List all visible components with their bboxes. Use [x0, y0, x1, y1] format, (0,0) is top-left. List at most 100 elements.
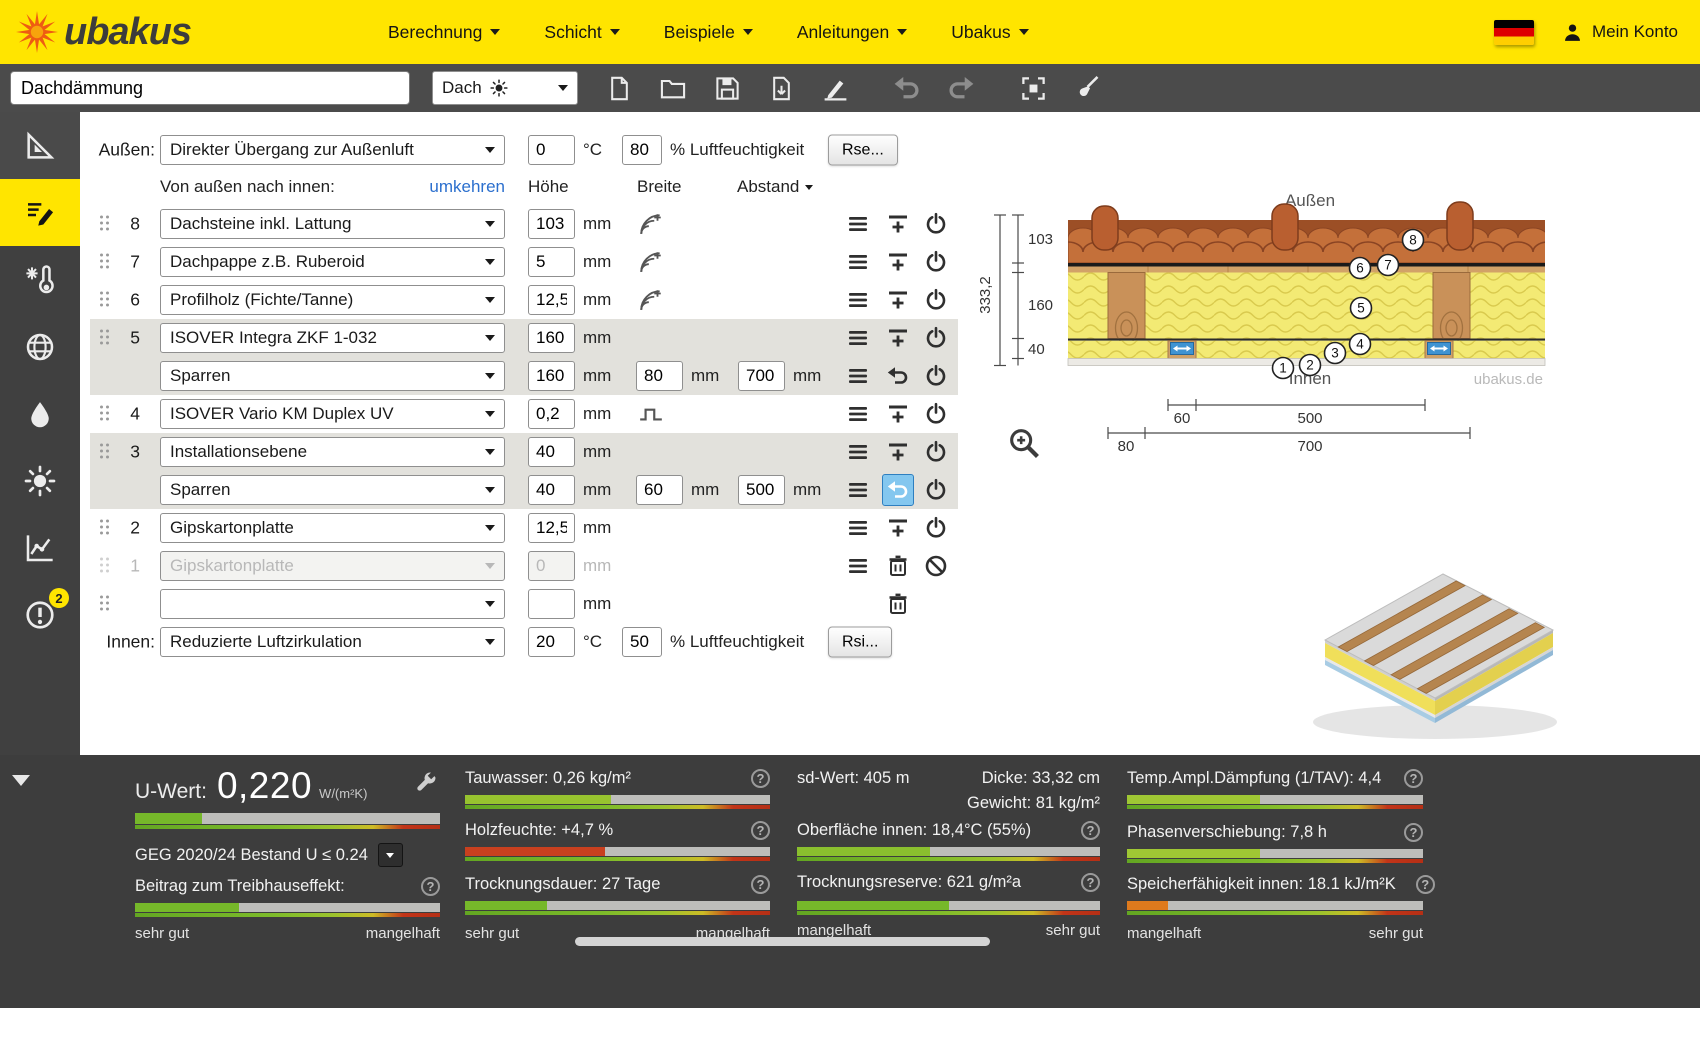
collapse-results-button[interactable]	[12, 775, 30, 786]
rsi-button[interactable]: Rsi...	[828, 627, 892, 658]
drag-handle[interactable]	[100, 216, 111, 233]
rse-button[interactable]: Rse...	[828, 135, 898, 166]
help-icon[interactable]	[1081, 873, 1100, 892]
subrow-height-input[interactable]	[528, 361, 575, 391]
layer-menu-button[interactable]	[842, 398, 874, 430]
layer-menu-button[interactable]	[842, 512, 874, 544]
wrench-icon[interactable]	[414, 771, 438, 795]
help-icon[interactable]	[1404, 769, 1423, 788]
layer-material-select[interactable]: Dachsteine inkl. Lattung	[160, 209, 505, 239]
save-button[interactable]	[704, 68, 750, 108]
sidebar-item-moisture[interactable]	[0, 380, 80, 447]
inside-humidity-input[interactable]	[622, 627, 662, 657]
drag-handle[interactable]	[100, 292, 111, 309]
new-document-button[interactable]	[596, 68, 642, 108]
layer-toggle-button[interactable]	[920, 398, 952, 430]
membrane-material-icon[interactable]	[638, 401, 664, 427]
nav-berechnung[interactable]: Berechnung	[388, 22, 500, 43]
layer-add-button[interactable]	[882, 436, 914, 468]
wood-material-icon[interactable]	[638, 211, 664, 237]
open-project-button[interactable]	[650, 68, 696, 108]
subrow-spacing-input[interactable]	[738, 475, 785, 505]
project-name-input[interactable]	[10, 71, 410, 105]
fullscreen-button[interactable]	[1010, 68, 1056, 108]
layer-height-input[interactable]	[528, 285, 575, 315]
component-type-select[interactable]: Dach	[432, 71, 578, 105]
german-flag-icon[interactable]	[1494, 20, 1534, 45]
layer-delete-button[interactable]	[882, 550, 914, 582]
layer-add-button[interactable]	[882, 398, 914, 430]
layer-material-select[interactable]: Profilholz (Fichte/Tanne)	[160, 285, 505, 315]
layer-add-button[interactable]	[882, 246, 914, 278]
column-spacing-label[interactable]: Abstand	[737, 177, 813, 197]
outside-humidity-input[interactable]	[622, 135, 662, 165]
help-icon[interactable]	[1081, 821, 1100, 840]
zoom-diagram-button[interactable]	[1005, 425, 1043, 463]
horizontal-scrollbar[interactable]	[575, 937, 990, 946]
drag-handle[interactable]	[100, 444, 111, 461]
subrow-width-input[interactable]	[636, 475, 683, 505]
sidebar-item-warnings[interactable]: 2	[0, 581, 80, 648]
sidebar-item-geometry[interactable]	[0, 112, 80, 179]
account-button[interactable]: Mein Konto	[1562, 22, 1678, 43]
help-icon[interactable]	[421, 877, 440, 896]
help-icon[interactable]	[1404, 823, 1423, 842]
layer-material-select[interactable]: ISOVER Integra ZKF 1-032	[160, 323, 505, 353]
new-layer-height-input[interactable]	[528, 589, 575, 619]
wood-material-icon[interactable]	[638, 249, 664, 275]
drag-handle[interactable]	[100, 558, 111, 575]
layer-material-select[interactable]: ISOVER Vario KM Duplex UV	[160, 399, 505, 429]
layer-height-input[interactable]	[528, 399, 575, 429]
layer-toggle-button[interactable]	[920, 512, 952, 544]
sidebar-item-ecology[interactable]	[0, 313, 80, 380]
clear-canvas-button[interactable]	[1064, 68, 1110, 108]
help-icon[interactable]	[751, 769, 770, 788]
drag-handle[interactable]	[100, 406, 111, 423]
layer-menu-button[interactable]	[842, 322, 874, 354]
sidebar-item-layer-editor[interactable]	[0, 179, 80, 246]
layer-menu-button[interactable]	[842, 284, 874, 316]
layer-toggle-button[interactable]	[920, 246, 952, 278]
inside-temp-input[interactable]	[528, 627, 575, 657]
layer-height-input[interactable]	[528, 437, 575, 467]
sidebar-item-summer-heat[interactable]	[0, 447, 80, 514]
layer-material-select[interactable]: Installationsebene	[160, 437, 505, 467]
inside-condition-select[interactable]: Reduzierte Luftzirkulation	[160, 627, 505, 657]
nav-ubakus[interactable]: Ubakus	[951, 22, 1028, 43]
undo-button[interactable]	[884, 68, 930, 108]
layer-toggle-button[interactable]	[920, 322, 952, 354]
layer-delete-button[interactable]	[882, 588, 914, 620]
new-layer-material-select[interactable]	[160, 589, 505, 619]
layer-material-select[interactable]: Dachpappe z.B. Ruberoid	[160, 247, 505, 277]
sidebar-item-charts[interactable]	[0, 514, 80, 581]
subrow-material-select[interactable]: Sparren	[160, 361, 505, 391]
layer-add-button[interactable]	[882, 208, 914, 240]
layer-toggle-button[interactable]	[920, 474, 952, 506]
layer-material-select-disabled[interactable]: Gipskartonplatte	[160, 551, 505, 581]
layer-toggle-button[interactable]	[920, 360, 952, 392]
subrow-width-input[interactable]	[636, 361, 683, 391]
layer-add-button[interactable]	[882, 322, 914, 354]
redo-button[interactable]	[938, 68, 984, 108]
nav-anleitungen[interactable]: Anleitungen	[797, 22, 907, 43]
annotate-button[interactable]	[812, 68, 858, 108]
layer-menu-button[interactable]	[842, 474, 874, 506]
layer-menu-button[interactable]	[842, 246, 874, 278]
layer-add-button[interactable]	[882, 284, 914, 316]
outside-condition-select[interactable]: Direkter Übergang zur Außenluft	[160, 135, 505, 165]
layer-material-select[interactable]: Gipskartonplatte	[160, 513, 505, 543]
layer-toggle-button[interactable]	[920, 436, 952, 468]
layer-height-input[interactable]	[528, 323, 575, 353]
geg-standard-select[interactable]	[378, 843, 403, 867]
subrow-material-select[interactable]: Sparren	[160, 475, 505, 505]
layer-height-input-disabled[interactable]	[528, 551, 575, 581]
wood-material-icon[interactable]	[638, 287, 664, 313]
export-pdf-button[interactable]	[758, 68, 804, 108]
nav-beispiele[interactable]: Beispiele	[664, 22, 753, 43]
reverse-order-link[interactable]: umkehren	[425, 177, 505, 197]
layer-height-input[interactable]	[528, 209, 575, 239]
sidebar-item-temperature[interactable]	[0, 246, 80, 313]
layer-height-input[interactable]	[528, 247, 575, 277]
subrow-undo-button[interactable]	[882, 360, 914, 392]
drag-handle[interactable]	[100, 254, 111, 271]
